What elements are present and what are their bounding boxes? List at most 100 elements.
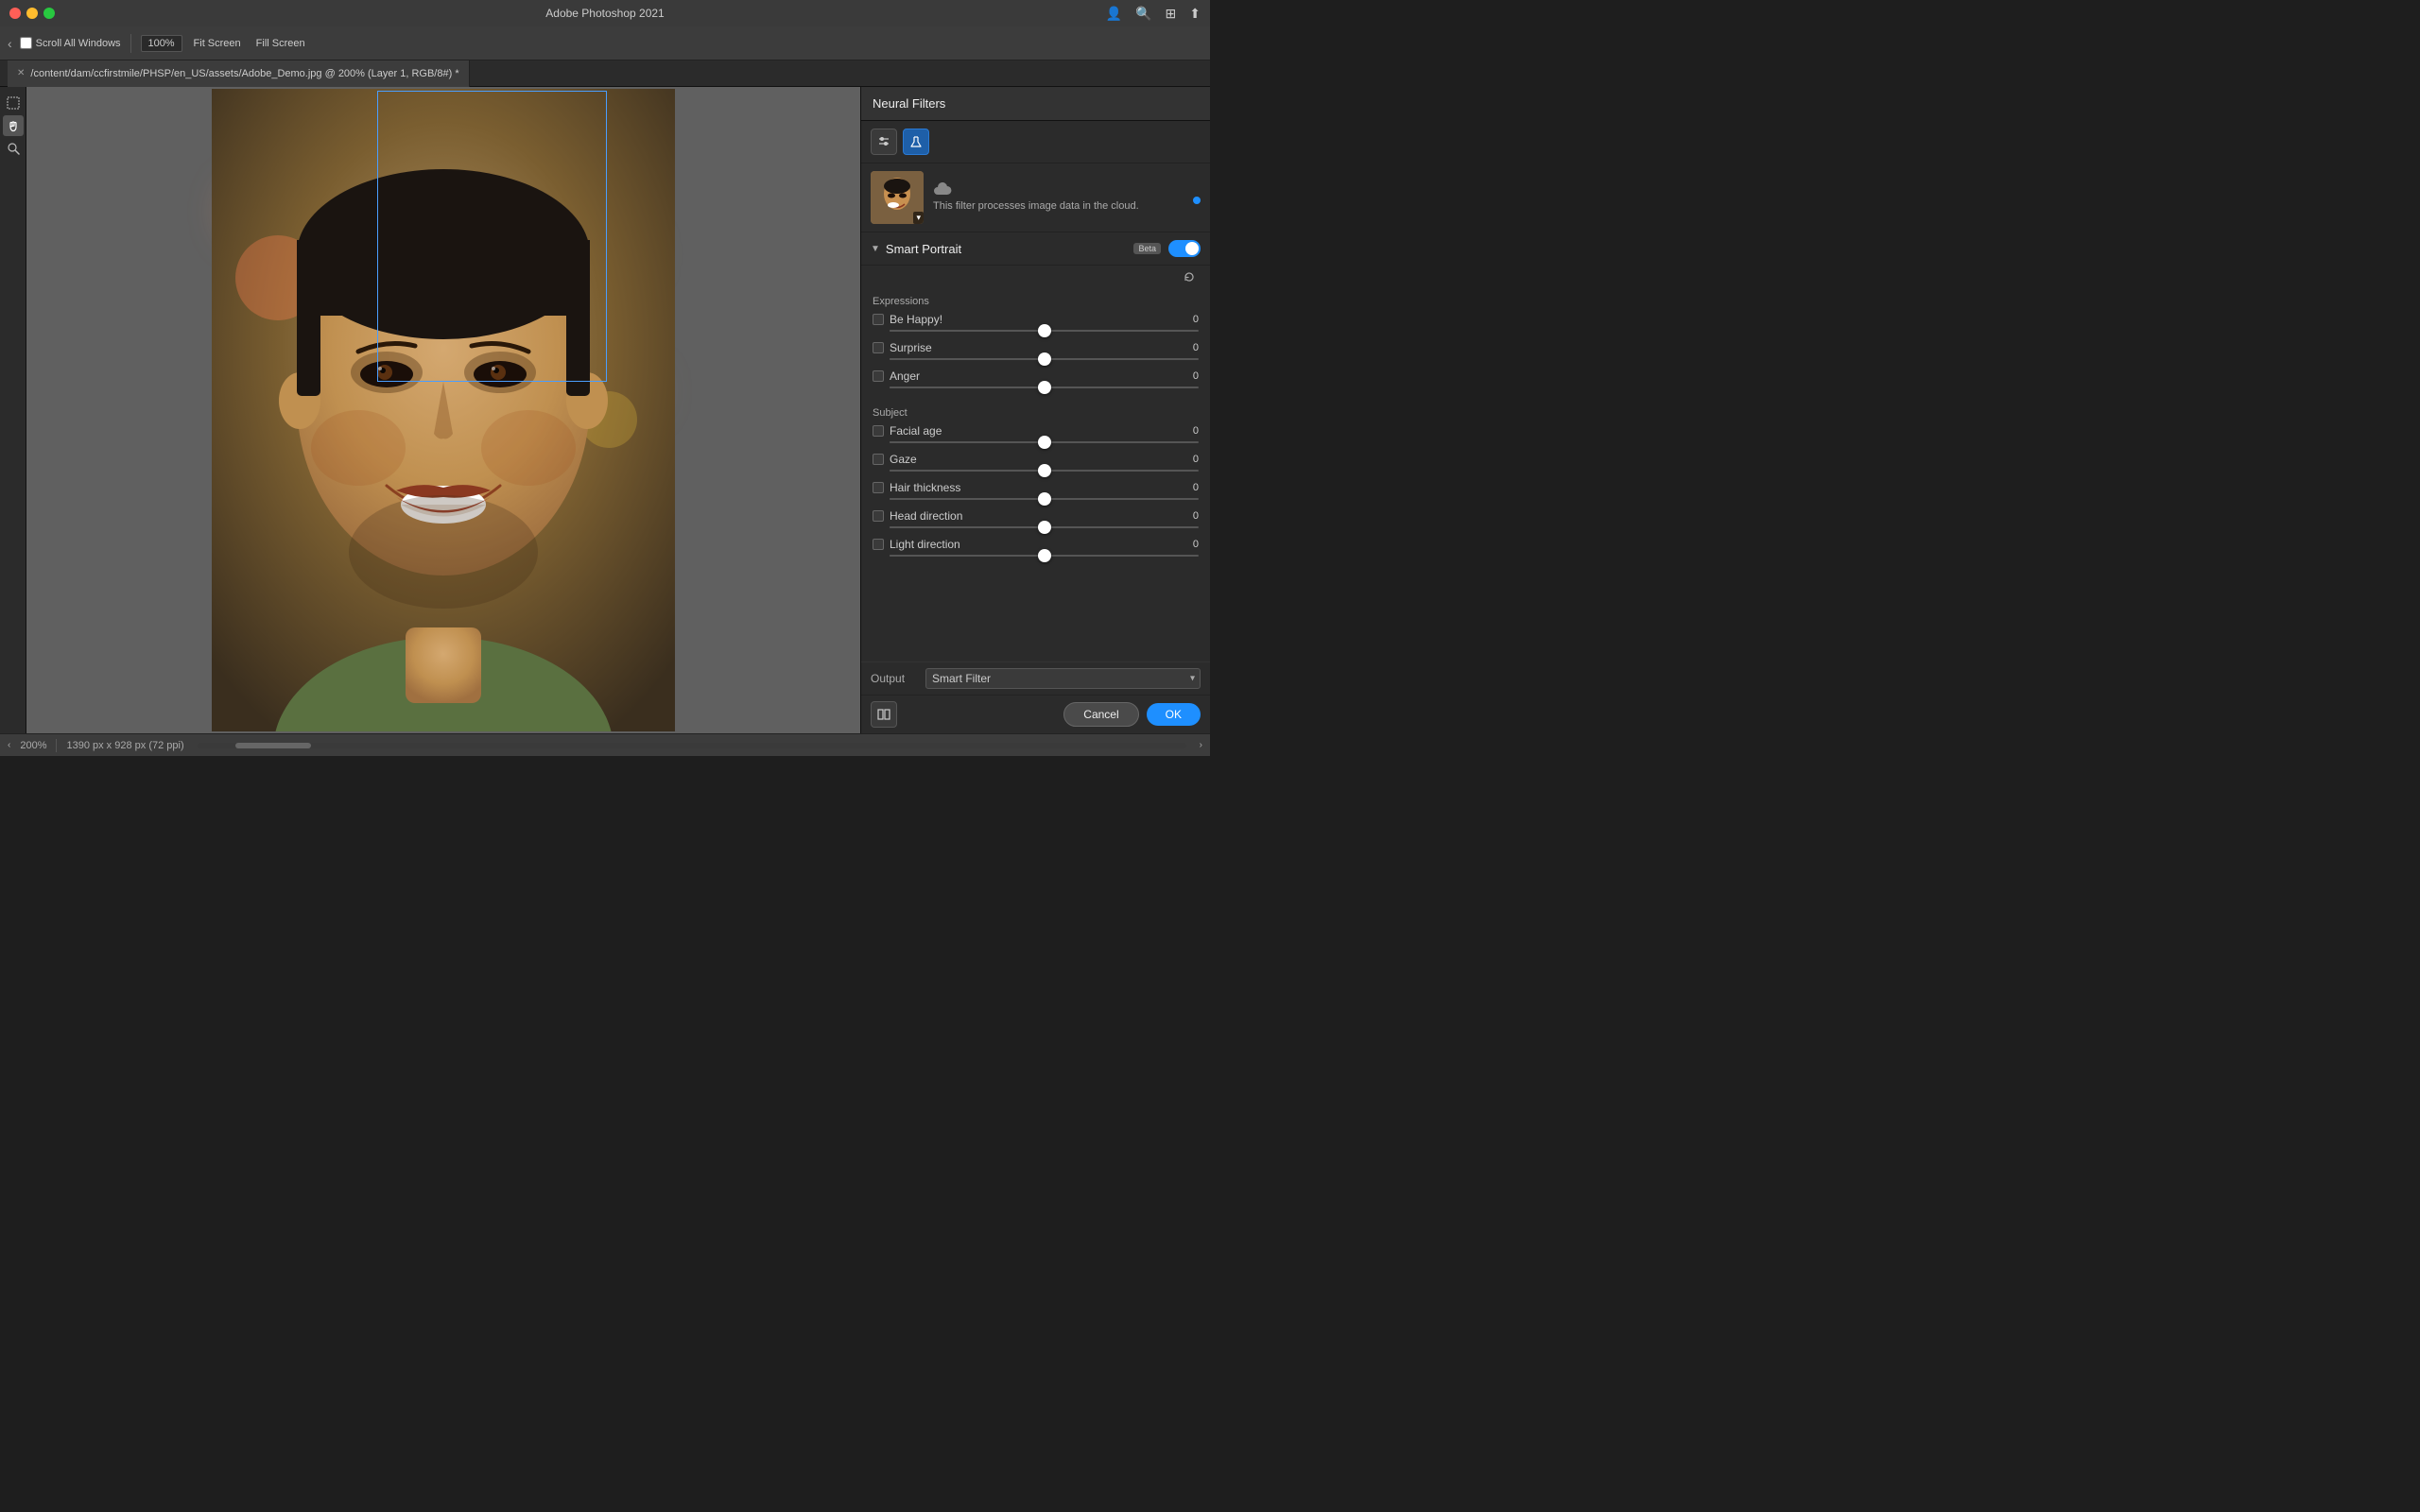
toggle-knob xyxy=(1185,242,1199,255)
statusbar: ‹ 200% 1390 px x 928 px (72 ppi) › xyxy=(0,733,1210,756)
output-select-wrapper[interactable]: Smart Filter New Layer Current Layer New… xyxy=(925,668,1201,689)
filter-icon-sliders[interactable] xyxy=(871,129,897,155)
slider-row-facial-age: Facial age 0 xyxy=(861,421,1210,449)
label-anger: Anger xyxy=(890,369,1178,383)
tab-label: /content/dam/ccfirstmile/PHSP/en_US/asse… xyxy=(30,68,458,79)
maximize-button[interactable] xyxy=(43,8,55,19)
output-row: Output Smart Filter New Layer Current La… xyxy=(861,662,1210,695)
track-facial-age[interactable] xyxy=(890,441,1199,443)
checkbox-head-direction[interactable] xyxy=(873,510,884,522)
checkbox-light-direction[interactable] xyxy=(873,539,884,550)
minimize-button[interactable] xyxy=(26,8,38,19)
track-be-happy[interactable] xyxy=(890,330,1199,332)
compare-button[interactable] xyxy=(871,701,897,728)
value-surprise: 0 xyxy=(1184,342,1199,353)
slider-row-surprise: Surprise 0 xyxy=(861,337,1210,366)
fill-screen-button[interactable]: Fill Screen xyxy=(252,36,309,51)
back-icon[interactable]: ‹ xyxy=(8,36,12,51)
tool-hand[interactable] xyxy=(3,115,24,136)
value-light-direction: 0 xyxy=(1184,539,1199,550)
fit-screen-button[interactable]: Fit Screen xyxy=(190,36,245,51)
tool-marquee[interactable] xyxy=(3,93,24,113)
window-title: Adobe Photoshop 2021 xyxy=(545,7,664,20)
value-head-direction: 0 xyxy=(1184,510,1199,522)
ok-button[interactable]: OK xyxy=(1147,703,1201,726)
thumb-be-happy[interactable] xyxy=(1038,324,1051,337)
label-head-direction: Head direction xyxy=(890,509,1178,523)
smart-portrait-section: ▼ Smart Portrait Beta Expressions xyxy=(861,232,1210,662)
checkbox-anger[interactable] xyxy=(873,370,884,382)
close-button[interactable] xyxy=(9,8,21,19)
share-icon[interactable]: ⬆ xyxy=(1189,6,1201,22)
track-surprise[interactable] xyxy=(890,358,1199,360)
value-facial-age: 0 xyxy=(1184,425,1199,437)
canvas xyxy=(26,87,860,733)
slider-row-hair-thickness: Hair thickness 0 xyxy=(861,477,1210,506)
active-indicator xyxy=(1193,197,1201,204)
subject-label: Subject xyxy=(861,400,1210,421)
label-light-direction: Light direction xyxy=(890,538,1178,551)
tool-zoom[interactable] xyxy=(3,138,24,159)
smart-portrait-header[interactable]: ▼ Smart Portrait Beta xyxy=(861,232,1210,266)
scroll-all-checkbox[interactable]: Scroll All Windows xyxy=(20,37,121,49)
scroll-right-arrow[interactable]: › xyxy=(1200,740,1202,750)
scroll-left-arrow[interactable]: ‹ xyxy=(8,740,10,750)
label-surprise: Surprise xyxy=(890,341,1178,354)
reset-row xyxy=(861,266,1210,288)
track-head-direction[interactable] xyxy=(890,526,1199,528)
track-light-direction[interactable] xyxy=(890,555,1199,557)
slider-row-head-direction: Head direction 0 xyxy=(861,506,1210,534)
horizontal-scrollbar[interactable] xyxy=(198,743,1186,748)
checkbox-be-happy[interactable] xyxy=(873,314,884,325)
smart-portrait-toggle[interactable] xyxy=(1168,240,1201,257)
label-gaze: Gaze xyxy=(890,453,1178,466)
checkbox-hair-thickness[interactable] xyxy=(873,482,884,493)
dimensions-status: 1390 px x 928 px (72 ppi) xyxy=(66,740,183,751)
thumb-head-direction[interactable] xyxy=(1038,521,1051,534)
thumb-light-direction[interactable] xyxy=(1038,549,1051,562)
track-hair-thickness[interactable] xyxy=(890,498,1199,500)
slider-row-be-happy: Be Happy! 0 xyxy=(861,309,1210,337)
track-anger[interactable] xyxy=(890,387,1199,388)
label-be-happy: Be Happy! xyxy=(890,313,1178,326)
preview-thumbnail[interactable]: ▾ xyxy=(871,171,924,224)
status-divider-1 xyxy=(56,739,57,752)
output-select[interactable]: Smart Filter New Layer Current Layer New… xyxy=(925,668,1201,689)
value-gaze: 0 xyxy=(1184,454,1199,465)
preview-dropdown[interactable]: ▾ xyxy=(913,212,924,224)
filter-icons-row xyxy=(861,121,1210,163)
checkbox-surprise[interactable] xyxy=(873,342,884,353)
thumb-surprise[interactable] xyxy=(1038,352,1051,366)
track-gaze[interactable] xyxy=(890,470,1199,472)
search-icon[interactable]: 🔍 xyxy=(1135,6,1151,22)
canvas-area xyxy=(26,87,860,733)
titlebar: Adobe Photoshop 2021 👤 🔍 ⊞ ⬆ xyxy=(0,0,1210,26)
thumb-facial-age[interactable] xyxy=(1038,436,1051,449)
filter-icon-flask[interactable] xyxy=(903,129,929,155)
value-anger: 0 xyxy=(1184,370,1199,382)
checkbox-gaze[interactable] xyxy=(873,454,884,465)
cancel-button[interactable]: Cancel xyxy=(1063,702,1138,727)
scroll-all-input[interactable] xyxy=(20,37,32,49)
checkbox-facial-age[interactable] xyxy=(873,425,884,437)
layout-icon[interactable]: ⊞ xyxy=(1166,6,1177,22)
bottom-action-bar: Cancel OK xyxy=(861,695,1210,733)
scrollbar-thumb[interactable] xyxy=(235,743,311,748)
neural-filters-title: Neural Filters xyxy=(873,96,945,111)
section-chevron: ▼ xyxy=(871,244,880,254)
reset-button[interactable] xyxy=(1178,269,1201,284)
toolbar-divider-1 xyxy=(130,34,131,53)
neural-filters-header: Neural Filters xyxy=(861,87,1210,121)
tools-panel xyxy=(0,87,26,733)
user-icon[interactable]: 👤 xyxy=(1106,6,1122,22)
slider-row-gaze: Gaze 0 xyxy=(861,449,1210,477)
document-tab[interactable]: ✕ /content/dam/ccfirstmile/PHSP/en_US/as… xyxy=(8,60,470,87)
window-controls[interactable] xyxy=(9,8,55,19)
thumb-gaze[interactable] xyxy=(1038,464,1051,477)
zoom-display[interactable]: 100% xyxy=(141,35,182,52)
thumb-hair-thickness[interactable] xyxy=(1038,492,1051,506)
main-area: Neural Filters xyxy=(0,87,1210,733)
tab-close-icon[interactable]: ✕ xyxy=(17,68,25,78)
thumb-anger[interactable] xyxy=(1038,381,1051,394)
preview-row: ▾ This filter processes image data in th… xyxy=(861,163,1210,232)
